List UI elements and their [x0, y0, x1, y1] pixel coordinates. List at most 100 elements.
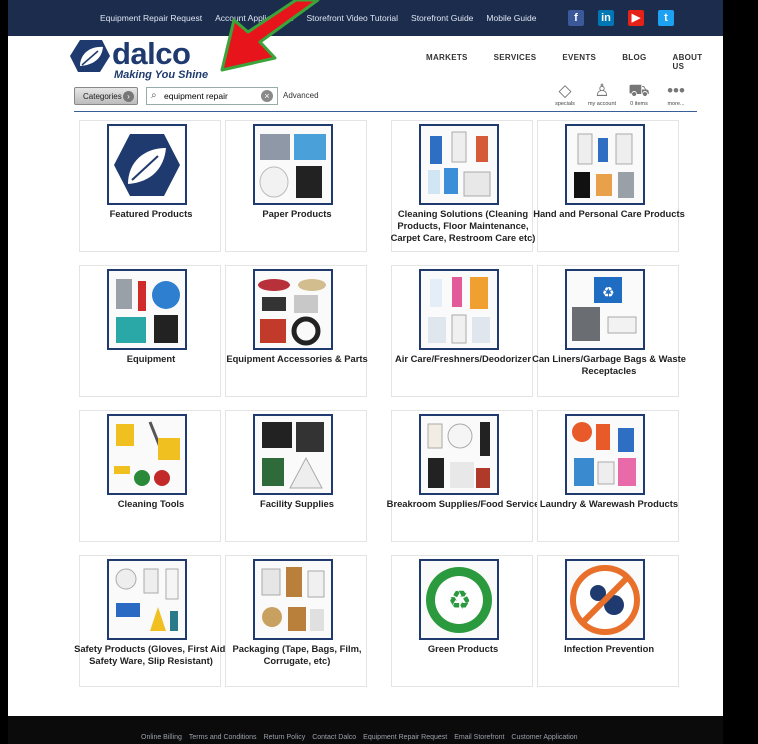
- category-label[interactable]: Cleaning Tools: [70, 498, 232, 510]
- top-link-account-applications[interactable]: Account Applications: [215, 13, 293, 23]
- featured-products-image[interactable]: [107, 124, 187, 205]
- category-tile[interactable]: Facility Supplies: [225, 410, 367, 542]
- facebook-icon[interactable]: f: [568, 10, 584, 26]
- category-label[interactable]: Safety Products (Gloves, First Aid, Safe…: [70, 643, 232, 667]
- top-utility-bar: Equipment Repair Request Account Applica…: [8, 0, 723, 36]
- category-label[interactable]: Air Care/Freshners/Deodorizer: [382, 353, 544, 365]
- footer: Online Billing Terms and Conditions Return…: [8, 716, 723, 744]
- linkedin-icon[interactable]: in: [598, 10, 614, 26]
- equipment-parts-image[interactable]: [253, 269, 333, 350]
- breakroom-image[interactable]: [419, 414, 499, 495]
- header-icon-label: my account: [587, 101, 617, 107]
- categories-label: Categories: [83, 92, 122, 101]
- header-cart-button[interactable]: ⛟ 0 items: [619, 82, 659, 108]
- category-label[interactable]: Packaging (Tape, Bags, Film, Corrugate, …: [216, 643, 378, 667]
- category-tile[interactable]: Hand and Personal Care Products: [533, 120, 685, 252]
- header-more-button[interactable]: ••• more...: [656, 81, 696, 108]
- top-link-storefront-guide[interactable]: Storefront Guide: [411, 13, 473, 23]
- svg-text:♻: ♻: [448, 585, 471, 615]
- search-box: ⌕: [146, 87, 278, 105]
- category-tile[interactable]: Packaging (Tape, Bags, Film, Corrugate, …: [225, 555, 367, 687]
- top-link-equipment-repair[interactable]: Equipment Repair Request: [100, 13, 202, 23]
- header-user-button[interactable]: ♙ my account: [582, 81, 622, 108]
- infection-prevention-image[interactable]: [565, 559, 645, 640]
- category-tile[interactable]: Breakroom Supplies/Food Service: [387, 410, 539, 542]
- category-label[interactable]: Cleaning Solutions (Cleaning Products, F…: [382, 208, 544, 244]
- category-label[interactable]: Can Liners/Garbage Bags & Waste Receptac…: [528, 353, 690, 377]
- youtube-icon[interactable]: ▶: [628, 10, 644, 26]
- logo-tagline: Making You Shine: [114, 69, 209, 81]
- footer-link[interactable]: Return Policy: [264, 734, 306, 741]
- category-label[interactable]: Equipment Accessories & Parts: [216, 353, 378, 365]
- category-tile[interactable]: Cleaning Tools: [79, 410, 221, 542]
- category-label[interactable]: Laundry & Warewash Products: [528, 498, 690, 510]
- footer-link[interactable]: Online Billing: [141, 734, 182, 741]
- header-divider: [74, 111, 697, 112]
- can-liners-image[interactable]: ♻: [565, 269, 645, 350]
- header-icon-label: more...: [667, 101, 685, 107]
- category-tile[interactable]: Paper Products: [225, 120, 367, 252]
- main-nav: MARKETS SERVICES EVENTS BLOG ABOUT US: [426, 53, 723, 71]
- advanced-search-link[interactable]: Advanced: [283, 91, 319, 100]
- category-label[interactable]: Green Products: [382, 643, 544, 655]
- category-label[interactable]: Featured Products: [70, 208, 232, 220]
- category-tile[interactable]: Equipment: [79, 265, 221, 397]
- category-label[interactable]: Facility Supplies: [216, 498, 378, 510]
- nav-markets[interactable]: MARKETS: [426, 53, 468, 71]
- category-tile[interactable]: ♻ Green Products: [391, 555, 533, 687]
- user-icon: ♙: [594, 81, 610, 100]
- search-input[interactable]: [164, 89, 252, 103]
- footer-links: Online Billing Terms and Conditions Return…: [141, 734, 585, 741]
- cleaning-solutions-image[interactable]: [419, 124, 499, 205]
- footer-link[interactable]: Contact Dalco: [312, 734, 356, 741]
- hand-care-image[interactable]: [565, 124, 645, 205]
- facility-supplies-image[interactable]: [253, 414, 333, 495]
- category-tile[interactable]: Laundry & Warewash Products: [537, 410, 679, 542]
- category-label[interactable]: Breakroom Supplies/Food Service: [382, 498, 544, 510]
- category-tile[interactable]: Equipment Accessories & Parts: [225, 265, 368, 397]
- nav-services[interactable]: SERVICES: [494, 53, 537, 71]
- footer-link[interactable]: Equipment Repair Request: [363, 734, 447, 741]
- air-care-image[interactable]: [419, 269, 499, 350]
- footer-link[interactable]: Terms and Conditions: [189, 734, 257, 741]
- category-tile[interactable]: Featured Products: [79, 120, 221, 252]
- category-tile[interactable]: ♻ Can Liners/Garbage Bags & Waste Recepta…: [532, 265, 686, 397]
- header-icon-label: 0 items: [630, 101, 648, 107]
- category-tile[interactable]: Infection Prevention: [537, 555, 679, 687]
- clear-search-icon[interactable]: ×: [261, 90, 273, 102]
- tag-icon: ◇: [558, 81, 572, 100]
- cleaning-tools-image[interactable]: [107, 414, 187, 495]
- page: Equipment Repair Request Account Applica…: [8, 0, 723, 744]
- social-icons: f in ▶ t: [568, 10, 688, 26]
- nav-events[interactable]: EVENTS: [562, 53, 596, 71]
- dalco-logo[interactable]: dalco Making You Shine: [70, 36, 208, 81]
- header-tag-button[interactable]: ◇ specials: [545, 81, 585, 108]
- packaging-image[interactable]: [253, 559, 333, 640]
- category-label[interactable]: Hand and Personal Care Products: [528, 208, 690, 220]
- paper-products-image[interactable]: [253, 124, 333, 205]
- safety-products-image[interactable]: [107, 559, 187, 640]
- logo-leaf-icon: [70, 40, 110, 72]
- category-label[interactable]: Equipment: [70, 353, 232, 365]
- nav-about-us[interactable]: ABOUT US: [673, 53, 703, 71]
- top-link-video-tutorial[interactable]: Storefront Video Tutorial: [307, 13, 399, 23]
- equipment-image[interactable]: [107, 269, 187, 350]
- category-label[interactable]: Paper Products: [216, 208, 378, 220]
- more-icon: •••: [667, 81, 685, 100]
- category-tile[interactable]: Safety Products (Gloves, First Aid, Safe…: [74, 555, 228, 687]
- nav-blog[interactable]: BLOG: [622, 53, 646, 71]
- footer-link[interactable]: Email Storefront: [454, 734, 504, 741]
- chevron-right-icon: ›: [123, 91, 134, 102]
- category-label[interactable]: Infection Prevention: [528, 643, 690, 655]
- laundry-image[interactable]: [565, 414, 645, 495]
- svg-text:♻: ♻: [602, 284, 615, 300]
- category-tile[interactable]: Cleaning Solutions (Cleaning Products, F…: [391, 120, 535, 252]
- logo-wordmark: dalco: [112, 36, 191, 71]
- footer-link[interactable]: Customer Application: [511, 734, 577, 741]
- top-link-mobile-guide[interactable]: Mobile Guide: [486, 13, 536, 23]
- twitter-icon[interactable]: t: [658, 10, 674, 26]
- categories-button[interactable]: Categories ›: [74, 87, 138, 105]
- green-products-image[interactable]: ♻: [419, 559, 499, 640]
- category-tile[interactable]: Air Care/Freshners/Deodorizer: [391, 265, 533, 397]
- top-links: Equipment Repair Request Account Applica…: [100, 0, 550, 36]
